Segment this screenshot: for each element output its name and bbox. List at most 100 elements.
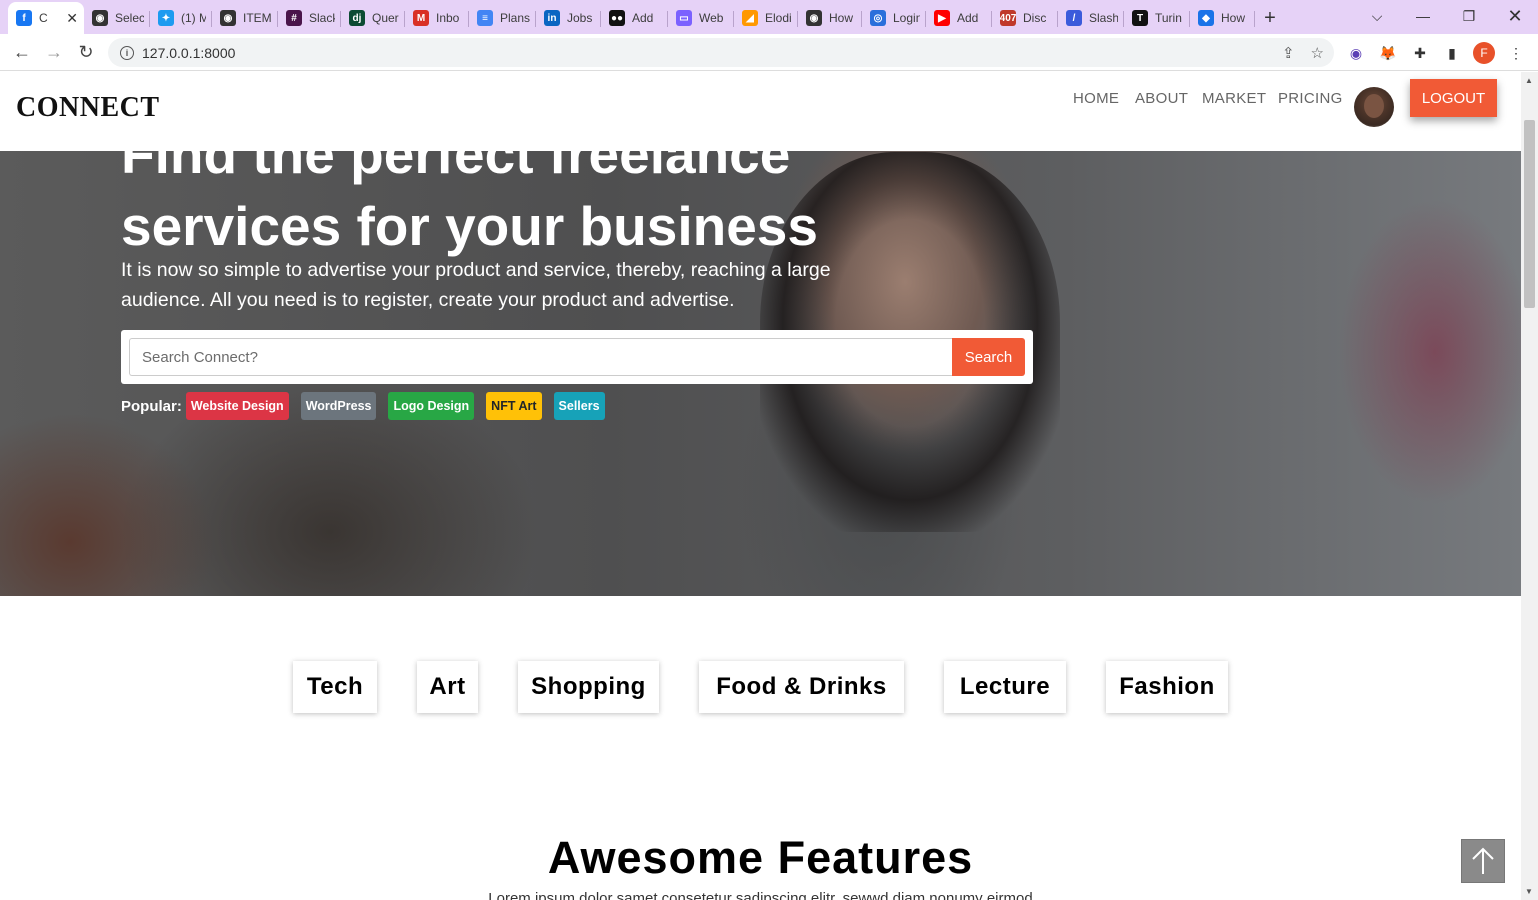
browser-tab[interactable]: ≡ Plans <box>469 2 536 34</box>
tab-title: Plans <box>500 11 530 25</box>
menu-kebab-icon[interactable]: ⋮ <box>1506 43 1526 63</box>
maximize-icon[interactable]: ❐ <box>1446 0 1492 32</box>
browser-tab[interactable]: ▶ Add <box>926 2 992 34</box>
tab-favicon-icon: ◉ <box>92 10 108 26</box>
tab-title: Turin <box>1155 11 1182 25</box>
tab-favicon-icon: ●● <box>609 10 625 26</box>
hero-title-line2: services for your business <box>121 195 818 257</box>
minimize-icon[interactable]: — <box>1400 0 1446 32</box>
tab-favicon-icon: T <box>1132 10 1148 26</box>
nav-link-home[interactable]: HOME <box>1073 90 1119 107</box>
tab-title: How <box>829 11 854 25</box>
scroll-up-icon[interactable]: ▲ <box>1525 76 1533 85</box>
back-to-top-button[interactable] <box>1461 839 1505 883</box>
address-bar[interactable]: i 127.0.0.1:8000 ⇪ ☆ <box>108 38 1334 67</box>
category-card[interactable]: Art <box>417 661 478 713</box>
tab-favicon-icon: ◆ <box>1198 10 1214 26</box>
browser-tab[interactable]: M Inbo <box>405 2 469 34</box>
browser-tab[interactable]: ✦ (1) M <box>150 2 212 34</box>
logout-button[interactable]: LOGOUT <box>1410 79 1497 117</box>
tab-favicon-icon: dj <box>349 10 365 26</box>
tab-title: Selec <box>115 11 144 25</box>
tab-title: C <box>39 11 48 25</box>
browser-tab[interactable]: f C ✕ <box>8 2 84 34</box>
tab-title: Web <box>699 11 724 25</box>
popular-tag[interactable]: Logo Design <box>388 392 475 420</box>
browser-tab[interactable]: ●● Add <box>601 2 668 34</box>
scrollbar-thumb[interactable] <box>1524 120 1535 308</box>
tab-favicon-icon: ◉ <box>220 10 236 26</box>
browser-tab[interactable]: ◉ ITEM <box>212 2 278 34</box>
tab-title: Disc <box>1023 11 1047 25</box>
nav-link-pricing[interactable]: PRICING <box>1278 90 1343 107</box>
tab-favicon-icon: ▭ <box>676 10 692 26</box>
browser-tab[interactable]: ◢ Elodi <box>734 2 798 34</box>
browser-tab[interactable]: in Jobs <box>536 2 601 34</box>
tab-separator <box>1254 11 1255 27</box>
tab-strip: fC ✕ ◉ Selec ✦ (1) M ◉ ITEM # Slackdj Quer M Inbo ≡ Pl… <box>0 0 1538 34</box>
site-navbar: CONNECT HOME ABOUT MARKET PRICING LOGOUT <box>0 72 1521 151</box>
browser-tab[interactable]: dj Quer <box>341 2 405 34</box>
profile-avatar[interactable]: F <box>1473 42 1495 64</box>
category-card[interactable]: Shopping <box>518 661 659 713</box>
category-card[interactable]: Lecture <box>944 661 1066 713</box>
browser-tab[interactable]: T Turin <box>1124 2 1190 34</box>
tab-favicon-icon: ◢ <box>742 10 758 26</box>
share-icon[interactable]: ⇪ <box>1282 44 1295 62</box>
popular-tag[interactable]: NFT Art <box>486 392 542 420</box>
browser-tab[interactable]: 407 Disc <box>992 2 1058 34</box>
search-button[interactable]: Search <box>952 338 1025 376</box>
browser-tab[interactable]: / Slash <box>1058 2 1124 34</box>
site-info-icon[interactable]: i <box>120 45 134 60</box>
nav-link-about[interactable]: ABOUT <box>1135 90 1188 107</box>
nav-link-market[interactable]: MARKET <box>1202 90 1266 107</box>
tab-favicon-icon: in <box>544 10 560 26</box>
category-card[interactable]: Fashion <box>1106 661 1228 713</box>
tab-title: Quer <box>372 11 399 25</box>
page-viewport: Find the perfect freelance services for … <box>0 72 1521 900</box>
bookmark-star-icon[interactable]: ☆ <box>1311 44 1324 62</box>
new-tab-icon[interactable]: + <box>1255 2 1285 34</box>
popular-tag[interactable]: Sellers <box>553 392 605 420</box>
browser-tab[interactable]: ◉ Selec <box>84 2 150 34</box>
tab-title: Add <box>632 11 654 25</box>
scroll-down-icon[interactable]: ▼ <box>1525 887 1533 896</box>
brand-logo[interactable]: CONNECT <box>16 92 160 124</box>
page-scrollbar[interactable]: ▲ ▼ <box>1521 72 1538 900</box>
reload-icon[interactable]: ↻ <box>70 36 102 68</box>
forward-icon[interactable]: → <box>38 36 70 68</box>
tab-title: Slack <box>309 11 335 25</box>
browser-tab[interactable]: # Slack <box>278 2 341 34</box>
search-input[interactable] <box>129 338 952 376</box>
tab-title: How <box>1221 11 1246 25</box>
tab-search-icon[interactable]: ⌵ <box>1354 0 1400 32</box>
close-window-icon[interactable]: ✕ <box>1492 0 1538 32</box>
browser-tab[interactable]: ◎ Login <box>862 2 926 34</box>
user-avatar[interactable] <box>1354 87 1394 127</box>
tab-favicon-icon: ✦ <box>158 10 174 26</box>
category-list: Tech Art Shopping Food & Drinks Lecture … <box>0 661 1521 713</box>
back-icon[interactable]: ← <box>6 36 38 68</box>
metamask-icon[interactable]: 🦊 <box>1378 43 1398 63</box>
side-panel-icon[interactable]: ▮ <box>1442 43 1462 63</box>
tab-title: Slash <box>1089 11 1118 25</box>
browser-tab[interactable]: ◆ How <box>1190 2 1255 34</box>
tab-title: Add <box>957 11 979 25</box>
browser-tab[interactable]: ◉ How <box>798 2 862 34</box>
browser-tab[interactable]: ▭ Web <box>668 2 734 34</box>
extensions-puzzle-icon[interactable]: ✚ <box>1410 43 1430 63</box>
extension-icon[interactable]: ◉ <box>1346 43 1366 63</box>
popular-tag[interactable]: WordPress <box>300 392 377 420</box>
tab-favicon-icon: ▶ <box>934 10 950 26</box>
tab-favicon-icon: ≡ <box>477 10 493 26</box>
tab-favicon-icon: M <box>413 10 429 26</box>
tab-title: ITEM <box>243 11 272 25</box>
tab-close-icon[interactable]: ✕ <box>66 10 78 27</box>
category-card[interactable]: Food & Drinks <box>699 661 904 713</box>
browser-toolbar: ← → ↻ i 127.0.0.1:8000 ⇪ ☆ ◉ 🦊 ✚ ▮ F ⋮ <box>0 34 1538 71</box>
hero-subtitle: It is now so simple to advertise your pr… <box>121 259 831 311</box>
popular-tag[interactable]: Website Design <box>185 392 289 420</box>
category-card[interactable]: Tech <box>293 661 377 713</box>
url-text: 127.0.0.1:8000 <box>142 44 236 61</box>
tab-title: Elodi <box>765 11 792 25</box>
